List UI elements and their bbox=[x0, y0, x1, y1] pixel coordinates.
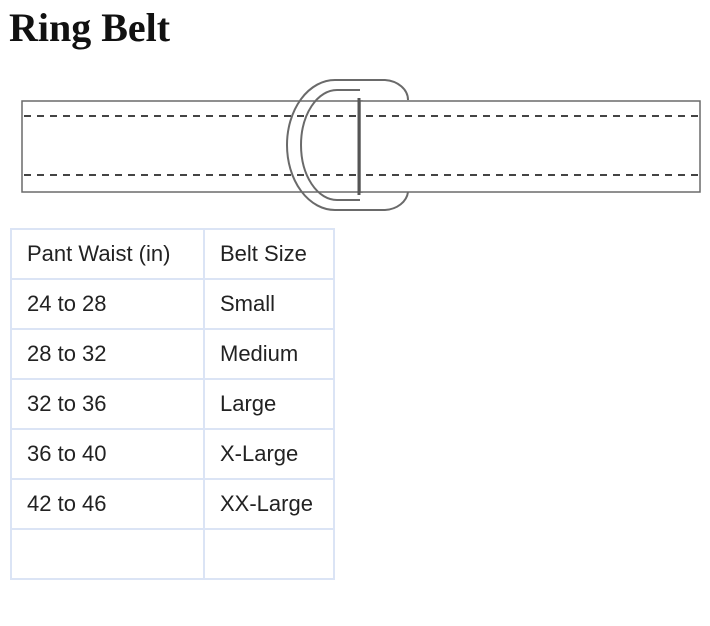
belt-size-cell bbox=[203, 528, 335, 580]
belt-size-cell: X-Large bbox=[203, 428, 335, 480]
belt-size-cell: XX-Large bbox=[203, 478, 335, 530]
belt-strap-left bbox=[21, 100, 363, 193]
belt-strap-right bbox=[357, 98, 701, 195]
pant-waist-cell: 24 to 28 bbox=[10, 278, 205, 330]
pant-waist-cell: 28 to 32 bbox=[10, 328, 205, 380]
table-row: 36 to 40 X-Large bbox=[10, 428, 335, 480]
pant-waist-cell: 36 to 40 bbox=[10, 428, 205, 480]
header-belt-size: Belt Size bbox=[203, 228, 335, 280]
size-chart-table: Pant Waist (in) Belt Size 24 to 28 Small… bbox=[10, 228, 335, 580]
page-title: Ring Belt bbox=[9, 5, 171, 50]
ring-belt-icon bbox=[21, 79, 701, 211]
header-pant-waist: Pant Waist (in) bbox=[10, 228, 205, 280]
belt-size-cell: Large bbox=[203, 378, 335, 430]
table-header-row: Pant Waist (in) Belt Size bbox=[10, 228, 335, 280]
table-row-empty bbox=[10, 528, 335, 580]
pant-waist-cell: 32 to 36 bbox=[10, 378, 205, 430]
belt-size-cell: Medium bbox=[203, 328, 335, 380]
belt-size-cell: Small bbox=[203, 278, 335, 330]
table-row: 32 to 36 Large bbox=[10, 378, 335, 430]
pant-waist-cell bbox=[10, 528, 205, 580]
table-row: 24 to 28 Small bbox=[10, 278, 335, 330]
pant-waist-cell: 42 to 46 bbox=[10, 478, 205, 530]
table-row: 28 to 32 Medium bbox=[10, 328, 335, 380]
table-row: 42 to 46 XX-Large bbox=[10, 478, 335, 530]
